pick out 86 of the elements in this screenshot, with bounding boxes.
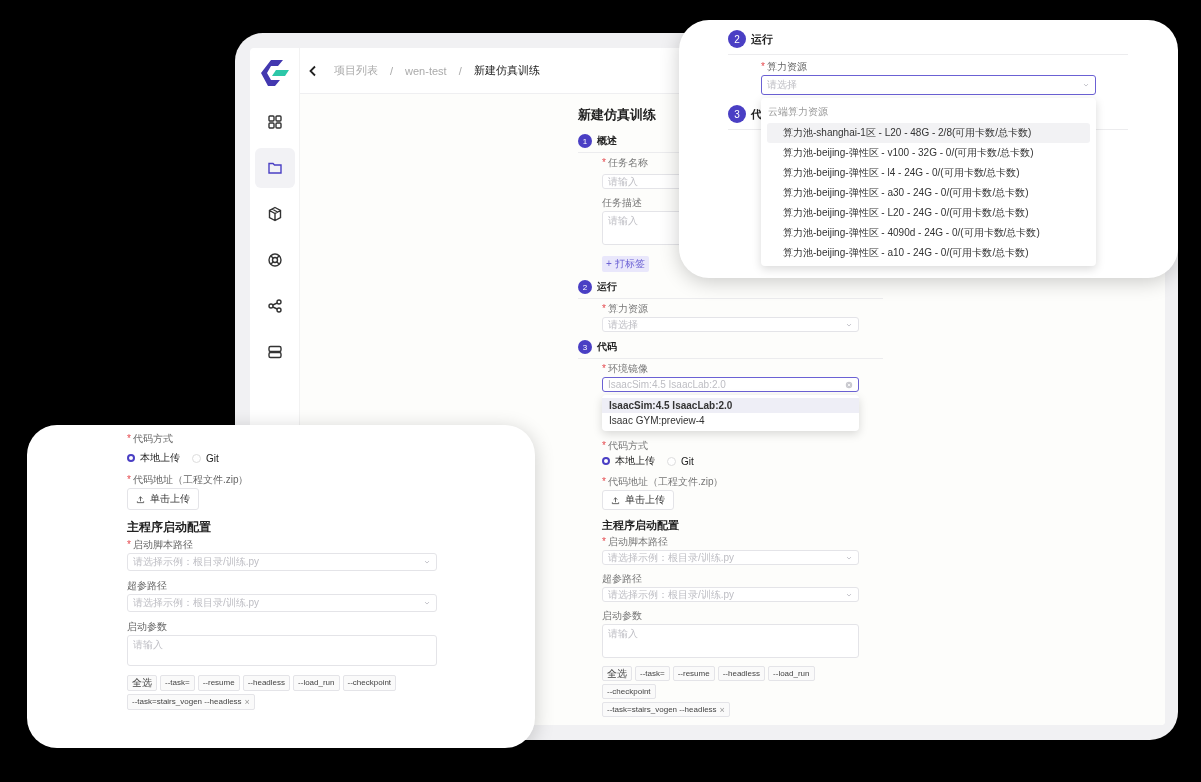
step-number: 3 <box>578 340 592 354</box>
dropdown-option[interactable]: 算力池-beijing-弹性区 - L20 - 24G - 0/(可用卡数/总卡数) <box>767 203 1090 223</box>
required-mark: * <box>602 303 606 315</box>
dropdown-option[interactable]: 算力池-shanghai-1区 - L20 - 48G - 2/8(可用卡数/总卡数) <box>767 123 1090 143</box>
parameter-tag[interactable]: --resume <box>672 666 715 681</box>
parameter-tag[interactable]: --task= <box>160 675 195 691</box>
field-label: 代码方式 <box>132 433 173 445</box>
radio-option[interactable]: 本地上传 <box>602 454 655 468</box>
page-title: 新建仿真训练 <box>578 106 656 124</box>
parameter-tag[interactable]: --headless <box>242 675 291 691</box>
required-mark: * <box>127 474 131 486</box>
breadcrumb-current: 新建仿真训练 <box>473 63 540 78</box>
required-mark: * <box>602 363 606 375</box>
parameter-tag[interactable]: --checkpoint <box>602 684 656 699</box>
required-mark: * <box>602 536 606 548</box>
tag-text: --task=stairs_vogen --headless <box>132 696 242 708</box>
radio-button[interactable] <box>602 457 610 465</box>
chevron-down-icon <box>423 599 431 607</box>
add-tag-button[interactable]: + 打标签 <box>602 256 649 272</box>
required-mark: * <box>127 539 131 551</box>
parameter-tag[interactable]: 全选 <box>127 675 157 691</box>
dropdown-option[interactable]: 算力池-beijing-弹性区 - a10 - 24G - 0/(可用卡数/总卡数) <box>767 243 1090 263</box>
field-label: 代码地址（工程文件.zip） <box>607 476 724 488</box>
parameter-tag[interactable]: --load_run <box>768 666 815 681</box>
dropdown-option[interactable]: 算力池-beijing-弹性区 - l4 - 24G - 0/(可用卡数/总卡数) <box>767 163 1090 183</box>
dropdown-option[interactable]: 算力池-beijing-弹性区 - a30 - 24G - 0/(可用卡数/总卡数) <box>767 183 1090 203</box>
parameter-tag[interactable]: --resume <box>197 675 240 691</box>
step-number: 2 <box>578 280 592 294</box>
upload-icon <box>136 494 145 504</box>
dropdown-option[interactable]: Isaac GYM:preview-4 <box>602 413 859 428</box>
group-label: 云端算力资源 <box>767 105 829 119</box>
folder-icon <box>266 160 283 176</box>
share-icon <box>266 298 283 314</box>
step-title: 运行 <box>597 280 617 294</box>
parameter-tag[interactable]: --headless <box>717 666 766 681</box>
radio-option[interactable]: 本地上传 <box>127 451 180 465</box>
field-label: 算力资源 <box>607 303 648 315</box>
cube-icon <box>266 206 283 222</box>
field-label: 代码方式 <box>607 440 648 452</box>
parameter-tag[interactable]: --load_run <box>293 675 340 691</box>
lifebuoy-icon <box>266 252 283 268</box>
field-label: 启动参数 <box>602 610 642 622</box>
field-label: 启动脚本路径 <box>132 539 193 551</box>
step-title: 概述 <box>597 134 617 148</box>
chevron-down-icon <box>423 558 431 566</box>
server-icon <box>266 344 283 360</box>
required-mark: * <box>602 476 606 488</box>
tag-text: --task=stairs_vogen --headless <box>607 704 717 716</box>
field-label: 任务描述 <box>602 197 642 209</box>
radio-option[interactable]: Git <box>192 452 219 464</box>
parameter-tag[interactable]: --task= <box>635 666 670 681</box>
step-number: 2 <box>728 30 746 48</box>
step-number: 3 <box>728 105 746 123</box>
breadcrumb-separator: / <box>458 64 462 77</box>
parameter-tag[interactable]: --checkpoint <box>342 675 397 691</box>
breadcrumb-separator: / <box>390 64 394 77</box>
parameter-tag[interactable]: 全选 <box>602 666 632 681</box>
field-label: 代码地址（工程文件.zip） <box>132 474 249 486</box>
field-label: 环境镜像 <box>607 363 648 375</box>
field-label: 启动脚本路径 <box>607 536 668 548</box>
grid-icon <box>266 114 283 130</box>
required-mark: * <box>761 61 765 73</box>
logo-icon <box>258 58 291 88</box>
required-mark: * <box>127 433 131 445</box>
upload-button[interactable]: 单击上传 <box>127 488 199 510</box>
dropdown-option[interactable]: 算力池-beijing-弹性区 - 4090d - 24G - 0/(可用卡数/总卡数) <box>767 223 1090 243</box>
radio-button[interactable] <box>127 454 135 462</box>
field-label: 算力资源 <box>766 61 807 73</box>
section-heading: 主程序启动配置 <box>602 518 680 533</box>
step-title: 代码 <box>597 340 617 354</box>
upload-button[interactable]: 单击上传 <box>602 490 674 510</box>
section-heading: 主程序启动配置 <box>127 519 212 536</box>
required-mark: * <box>602 157 606 169</box>
back-icon[interactable] <box>308 64 318 77</box>
dropdown-option[interactable]: IsaacSim:4.5 IsaacLab:2.0 <box>602 398 859 413</box>
required-mark: * <box>602 440 606 452</box>
upload-icon <box>611 495 620 505</box>
field-label: 任务名称 <box>607 157 648 169</box>
dropdown-option[interactable]: 算力池-beijing-弹性区 - v100 - 32G - 0/(可用卡数/总卡数) <box>767 143 1090 163</box>
radio-option[interactable]: Git <box>667 455 694 467</box>
step-number: 1 <box>578 134 592 148</box>
field-label: 启动参数 <box>127 621 167 633</box>
chevron-down-icon <box>1082 81 1090 89</box>
step-title: 运行 <box>751 31 773 47</box>
field-label: 超参路径 <box>602 573 642 585</box>
field-label: 超参路径 <box>127 580 167 592</box>
